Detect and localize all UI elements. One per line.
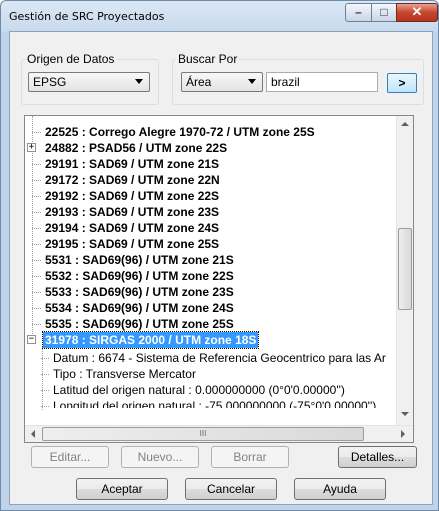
tree-item-5535[interactable]: 5535 : SAD69(96) / UTM zone 25S — [25, 316, 397, 332]
tree-item-29194[interactable]: 29194 : SAD69 / UTM zone 24S — [25, 220, 397, 236]
buscar-label: Buscar Por — [176, 52, 240, 66]
crs-tree[interactable]: 22525 : Corrego Alegre 1970-72 / UTM zon… — [24, 115, 414, 443]
origen-select-value: EPSG — [33, 75, 67, 89]
tree-item-5532[interactable]: 5532 : SAD69(96) / UTM zone 22S — [25, 268, 397, 284]
tree-item-5534[interactable]: 5534 : SAD69(96) / UTM zone 24S — [25, 300, 397, 316]
origen-label: Origen de Datos — [25, 52, 117, 66]
chevron-down-icon — [248, 79, 256, 84]
help-button[interactable]: Ayuda — [294, 478, 386, 500]
dialog-client-area: Origen de Datos EPSG Buscar Por Área > 2… — [9, 31, 433, 505]
chevron-right-icon: > — [398, 76, 406, 90]
minimize-icon: – — [355, 5, 362, 19]
new-button[interactable]: Nuevo... — [121, 446, 199, 468]
window-title: Gestión de SRC Proyectados — [9, 10, 165, 23]
scroll-down-icon[interactable] — [401, 412, 409, 416]
buscar-field-value: Área — [186, 75, 212, 89]
tree-child-longitud[interactable]: Longitud del origen natural : -75.000000… — [25, 398, 397, 408]
search-input-field[interactable] — [267, 73, 377, 91]
tree-horizontal-scrollbar[interactable]: III — [25, 425, 413, 442]
chevron-down-icon — [135, 79, 143, 84]
tree-item-29172[interactable]: 29172 : SAD69 / UTM zone 22N — [25, 172, 397, 188]
tree-item-29195[interactable]: 29195 : SAD69 / UTM zone 25S — [25, 236, 397, 252]
close-icon: ✕ — [411, 4, 423, 19]
grip-icon: III — [199, 429, 207, 438]
tree-item-24882[interactable]: +24882 : PSAD56 / UTM zone 22S — [25, 140, 397, 156]
horizontal-scroll-thumb[interactable]: III — [42, 427, 364, 441]
edit-button[interactable]: Editar... — [31, 446, 109, 468]
tree-item-31978-selected[interactable]: −31978 : SIRGAS 2000 / UTM zone 18S — [25, 331, 397, 349]
tree-item-29191[interactable]: 29191 : SAD69 / UTM zone 21S — [25, 156, 397, 172]
scroll-left-icon[interactable] — [31, 430, 35, 438]
minimize-button[interactable]: – — [345, 3, 372, 22]
cancel-button[interactable]: Cancelar — [185, 478, 277, 500]
tree-child-tipo[interactable]: Tipo : Transverse Mercator — [25, 366, 397, 382]
origen-select[interactable]: EPSG — [28, 72, 150, 92]
details-button[interactable]: Detalles... — [338, 446, 417, 468]
vertical-scroll-thumb[interactable] — [398, 228, 412, 310]
tree-item-29193[interactable]: 29193 : SAD69 / UTM zone 23S — [25, 204, 397, 220]
search-go-button[interactable]: > — [387, 73, 417, 93]
buscar-field-select[interactable]: Área — [181, 72, 263, 92]
scroll-right-icon[interactable] — [401, 430, 405, 438]
accept-button[interactable]: Aceptar — [76, 478, 168, 500]
scroll-up-icon[interactable] — [401, 122, 409, 126]
tree-child-datum[interactable]: Datum : 6674 - Sistema de Referencia Geo… — [25, 350, 397, 366]
expand-icon[interactable]: + — [27, 143, 36, 152]
dialog-window: Gestión de SRC Proyectados – □ ✕ Origen … — [0, 0, 439, 511]
tree-item-29192[interactable]: 29192 : SAD69 / UTM zone 22S — [25, 188, 397, 204]
tree-vertical-scrollbar[interactable] — [396, 116, 413, 442]
maximize-icon: □ — [380, 5, 388, 19]
tree-item-5533[interactable]: 5533 : SAD69(96) / UTM zone 23S — [25, 284, 397, 300]
collapse-icon[interactable]: − — [27, 335, 36, 344]
search-input[interactable] — [266, 72, 378, 92]
title-bar[interactable]: Gestión de SRC Proyectados – □ ✕ — [1, 1, 438, 31]
close-button[interactable]: ✕ — [396, 3, 438, 22]
tree-child-latitud[interactable]: Latitud del origen natural : 0.000000000… — [25, 382, 397, 398]
delete-button[interactable]: Borrar — [211, 446, 289, 468]
tree-item-5531[interactable]: 5531 : SAD69(96) / UTM zone 21S — [25, 252, 397, 268]
tree-item-22525[interactable]: 22525 : Corrego Alegre 1970-72 / UTM zon… — [25, 124, 397, 140]
maximize-button[interactable]: □ — [371, 3, 397, 22]
